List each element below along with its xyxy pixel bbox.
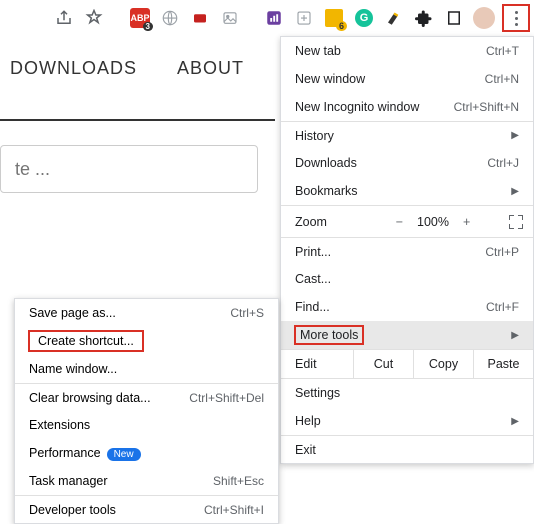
more-tools-submenu: Save page as...Ctrl+S Create shortcut...… bbox=[14, 298, 279, 524]
submenu-save-page[interactable]: Save page as...Ctrl+S bbox=[15, 299, 278, 327]
menu-bookmarks[interactable]: Bookmarks▶ bbox=[281, 177, 533, 205]
notes-icon[interactable]: 6 bbox=[322, 6, 346, 30]
zoom-value: 100% bbox=[417, 215, 449, 229]
nav-about[interactable]: ABOUT bbox=[177, 58, 244, 79]
submenu-extensions[interactable]: Extensions bbox=[15, 411, 278, 439]
divider bbox=[0, 119, 275, 121]
menu-edit-row: Edit Cut Copy Paste bbox=[281, 349, 533, 379]
menu-incognito[interactable]: New Incognito windowCtrl+Shift+N bbox=[281, 93, 533, 121]
extensions-puzzle-icon[interactable] bbox=[412, 6, 436, 30]
wallet-icon[interactable] bbox=[188, 6, 212, 30]
profile-avatar[interactable] bbox=[472, 6, 496, 30]
paste-button[interactable]: Paste bbox=[473, 350, 533, 378]
submenu-clear-data[interactable]: Clear browsing data...Ctrl+Shift+Del bbox=[15, 383, 278, 411]
submenu-create-shortcut[interactable]: Create shortcut... bbox=[15, 327, 278, 355]
fullscreen-icon bbox=[509, 215, 523, 229]
adblock-icon[interactable]: ABP3 bbox=[128, 6, 152, 30]
submenu-dev-tools[interactable]: Developer toolsCtrl+Shift+I bbox=[15, 495, 278, 523]
highlighter-icon[interactable] bbox=[382, 6, 406, 30]
nav-downloads[interactable]: DOWNLOADS bbox=[10, 58, 137, 79]
submenu-name-window[interactable]: Name window... bbox=[15, 355, 278, 383]
new-badge: New bbox=[107, 448, 141, 461]
kebab-menu-button[interactable] bbox=[502, 4, 530, 32]
grammarly-icon[interactable]: G bbox=[352, 6, 376, 30]
browser-toolbar: ABP3 6 G bbox=[0, 0, 534, 36]
chevron-right-icon: ▶ bbox=[511, 416, 519, 427]
analytics-icon[interactable] bbox=[262, 6, 286, 30]
globe-icon[interactable] bbox=[158, 6, 182, 30]
menu-help[interactable]: Help▶ bbox=[281, 407, 533, 435]
menu-new-tab[interactable]: New tabCtrl+T bbox=[281, 37, 533, 65]
menu-cast[interactable]: Cast... bbox=[281, 265, 533, 293]
edit-label: Edit bbox=[281, 350, 353, 378]
menu-zoom-row: Zoom − 100% + bbox=[281, 205, 533, 237]
search-input[interactable] bbox=[0, 145, 258, 193]
copy-button[interactable]: Copy bbox=[413, 350, 473, 378]
zoom-label: Zoom bbox=[281, 215, 367, 229]
menu-new-window[interactable]: New windowCtrl+N bbox=[281, 65, 533, 93]
add-extension-icon[interactable] bbox=[292, 6, 316, 30]
chevron-right-icon: ▶ bbox=[511, 186, 519, 197]
cut-button[interactable]: Cut bbox=[353, 350, 413, 378]
chrome-main-menu: New tabCtrl+T New windowCtrl+N New Incog… bbox=[280, 36, 534, 464]
submenu-task-manager[interactable]: Task managerShift+Esc bbox=[15, 467, 278, 495]
menu-settings[interactable]: Settings bbox=[281, 379, 533, 407]
zoom-in-button[interactable]: + bbox=[463, 215, 470, 229]
bookmark-star-icon[interactable] bbox=[82, 6, 106, 30]
menu-exit[interactable]: Exit bbox=[281, 435, 533, 463]
menu-more-tools[interactable]: More tools▶ bbox=[281, 321, 533, 349]
submenu-performance[interactable]: PerformanceNew bbox=[15, 439, 278, 467]
chevron-right-icon: ▶ bbox=[511, 130, 519, 141]
reading-list-icon[interactable] bbox=[442, 6, 466, 30]
menu-downloads[interactable]: DownloadsCtrl+J bbox=[281, 149, 533, 177]
fullscreen-button[interactable] bbox=[499, 215, 533, 229]
share-icon[interactable] bbox=[52, 6, 76, 30]
menu-find[interactable]: Find...Ctrl+F bbox=[281, 293, 533, 321]
picture-icon[interactable] bbox=[218, 6, 242, 30]
menu-history[interactable]: History▶ bbox=[281, 121, 533, 149]
chevron-right-icon: ▶ bbox=[511, 330, 519, 341]
menu-print[interactable]: Print...Ctrl+P bbox=[281, 237, 533, 265]
zoom-out-button[interactable]: − bbox=[396, 215, 403, 229]
